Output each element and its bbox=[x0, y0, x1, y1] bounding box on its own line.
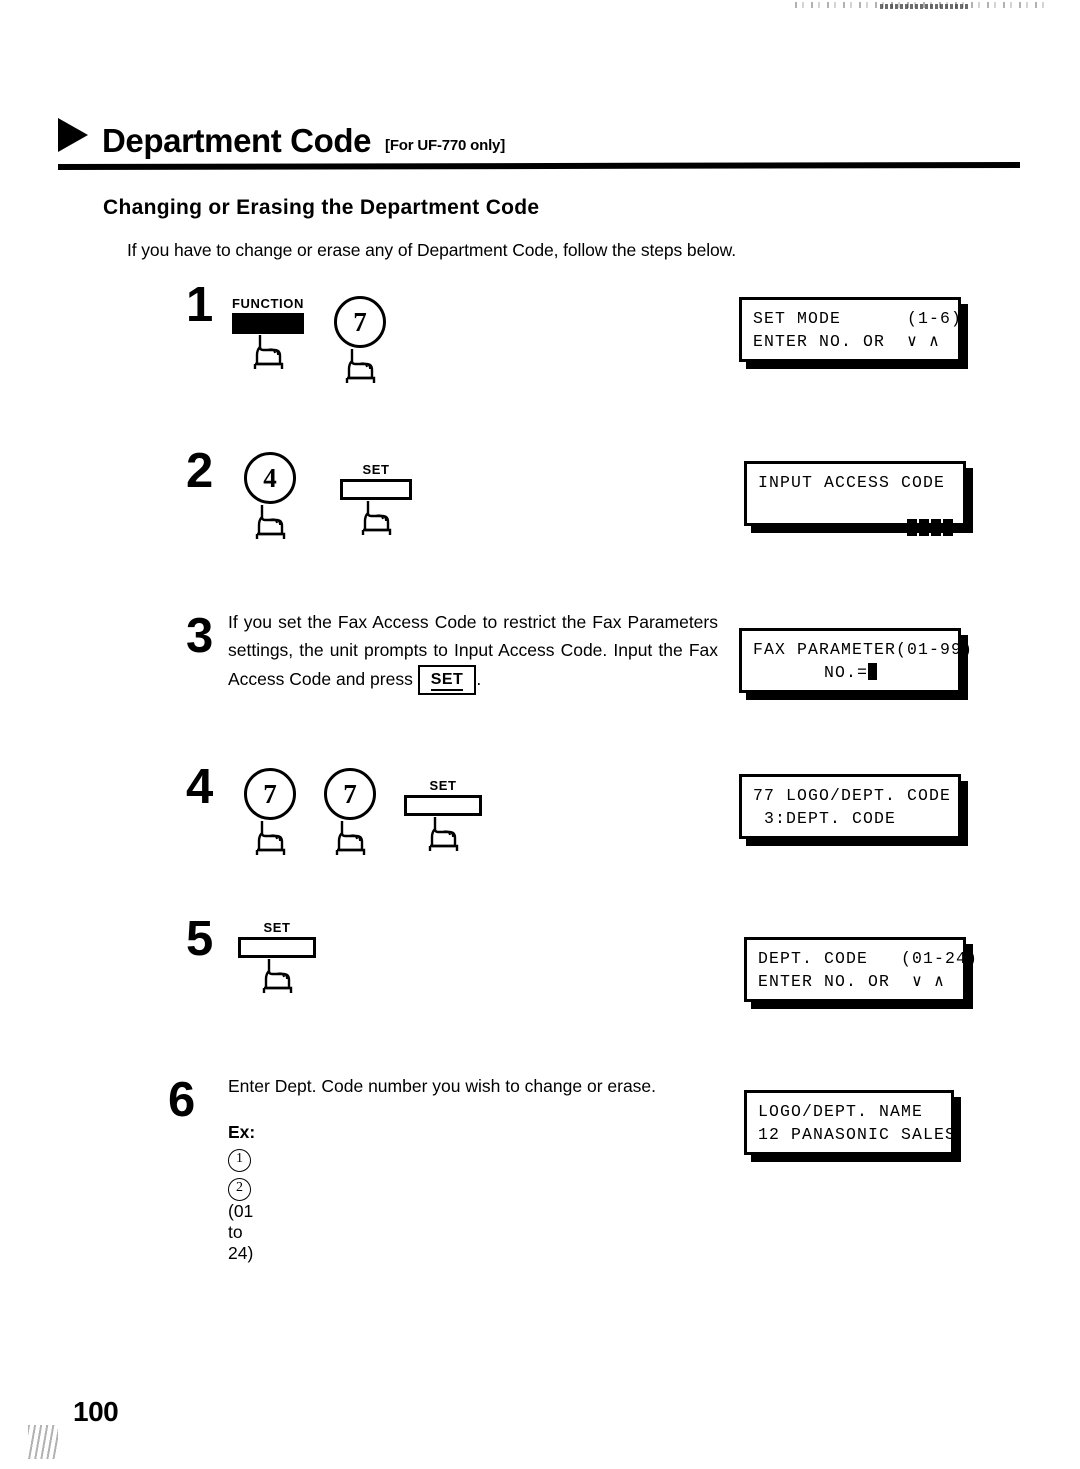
set-key[interactable]: SET bbox=[340, 462, 412, 539]
step-2-keys: 4 SET bbox=[244, 452, 412, 543]
step-6-number: 6 bbox=[168, 1073, 195, 1127]
numeric-key-4-label: 4 bbox=[244, 452, 296, 504]
page-number: 100 bbox=[73, 1396, 119, 1427]
numeric-key-4[interactable]: 4 bbox=[244, 452, 296, 543]
lcd-line-2-text: NO.= bbox=[823, 663, 868, 682]
step-4-keys: 7 7 SET bbox=[244, 768, 482, 859]
step-1-keys: FUNCTION 7 bbox=[232, 296, 386, 387]
inline-set-button[interactable]: SET bbox=[417, 664, 477, 695]
set-key-label: SET bbox=[429, 778, 457, 793]
step-3-lcd-display: FAX PARAMETER(01-99) NO.= bbox=[739, 628, 974, 693]
input-block bbox=[943, 519, 953, 537]
lcd-line-2: 12 PANASONIC SALES bbox=[758, 1125, 957, 1144]
step-5-keys: SET bbox=[238, 920, 316, 997]
lcd-line-1: DEPT. CODE (01-24) bbox=[758, 949, 979, 968]
lcd-line-1: FAX PARAMETER(01-99) bbox=[753, 640, 974, 659]
lcd-line-1: 77 LOGO/DEPT. CODE bbox=[753, 786, 952, 805]
pressing-hand-icon bbox=[253, 335, 284, 369]
pressing-hand-icon bbox=[262, 959, 293, 993]
step-3-number: 3 bbox=[186, 609, 213, 663]
set-key-label: SET bbox=[362, 462, 390, 477]
step-5-number: 5 bbox=[186, 912, 213, 966]
set-key-label: SET bbox=[263, 920, 291, 935]
function-key[interactable]: FUNCTION bbox=[232, 296, 304, 373]
step-2-number: 2 bbox=[186, 444, 213, 498]
example-digit-1: 1 bbox=[228, 1149, 251, 1172]
step-5-lcd-display: DEPT. CODE (01-24) ENTER NO. OR ∨ ∧ bbox=[744, 937, 979, 1002]
section-intro-text: If you have to change or erase any of De… bbox=[127, 240, 736, 260]
numeric-key-7-first[interactable]: 7 bbox=[244, 768, 296, 859]
step-1-number: 1 bbox=[186, 278, 213, 332]
numeric-key-7-first-label: 7 bbox=[244, 768, 296, 820]
header-divider bbox=[58, 161, 1020, 171]
pressing-hand-icon bbox=[345, 349, 376, 383]
step-6-lcd-display: LOGO/DEPT. NAME 12 PANASONIC SALES bbox=[744, 1090, 957, 1155]
set-key[interactable]: SET bbox=[404, 778, 482, 855]
set-key[interactable]: SET bbox=[238, 920, 316, 997]
scan-smudge-artifact-bottom-left bbox=[28, 1425, 58, 1459]
lcd-line-2: NO.= bbox=[753, 661, 948, 684]
pressing-hand-icon bbox=[255, 505, 286, 539]
lcd-line-1: INPUT ACCESS CODE bbox=[758, 473, 946, 492]
step-3-instruction-text: If you set the Fax Access Code to restri… bbox=[228, 608, 718, 696]
lcd-line-1: LOGO/DEPT. NAME bbox=[758, 1102, 924, 1121]
page-header: Department Code [For UF-770 only] bbox=[58, 118, 1020, 171]
lcd-line-2: ENTER NO. OR ∨ ∧ bbox=[758, 972, 946, 991]
lcd-line-2: ENTER NO. OR ∨ ∧ bbox=[753, 332, 941, 351]
numeric-key-7[interactable]: 7 bbox=[334, 296, 386, 387]
input-block bbox=[919, 519, 929, 537]
step-2-lcd-display: INPUT ACCESS CODE bbox=[744, 461, 966, 537]
function-key-label: FUNCTION bbox=[232, 296, 304, 311]
step-6-example-line: Ex: 1 2 (01 to 24) bbox=[228, 1122, 255, 1264]
lcd-line-2: 3:DEPT. CODE bbox=[753, 809, 897, 828]
pressing-hand-icon bbox=[255, 821, 286, 855]
numeric-key-7-label: 7 bbox=[334, 296, 386, 348]
lcd-line-1: SET MODE (1-6) bbox=[753, 309, 963, 328]
example-range: (01 to 24) bbox=[228, 1201, 254, 1263]
page-title-model-note: [For UF-770 only] bbox=[385, 137, 505, 154]
numeric-key-7-second[interactable]: 7 bbox=[324, 768, 376, 859]
input-block bbox=[931, 519, 941, 537]
inline-set-button-label: SET bbox=[430, 670, 464, 691]
numeric-key-7-second-label: 7 bbox=[324, 768, 376, 820]
step-4-lcd-display: 77 LOGO/DEPT. CODE 3:DEPT. CODE bbox=[739, 774, 961, 839]
step-4-number: 4 bbox=[186, 760, 213, 814]
triangle-right-icon bbox=[58, 118, 88, 152]
section-title: Changing or Erasing the Department Code bbox=[103, 196, 540, 219]
pressing-hand-icon bbox=[428, 817, 459, 851]
text-cursor-icon bbox=[868, 663, 877, 680]
pressing-hand-icon bbox=[335, 821, 366, 855]
step-3-text-part-2: . bbox=[476, 668, 482, 689]
pressing-hand-icon bbox=[361, 501, 392, 535]
step-1-lcd-display: SET MODE (1-6) ENTER NO. OR ∨ ∧ bbox=[739, 297, 961, 362]
lcd-line-2-input-blocks bbox=[758, 494, 953, 537]
step-6-instruction-text: Enter Dept. Code number you wish to chan… bbox=[228, 1076, 657, 1096]
input-block bbox=[907, 519, 917, 537]
example-digit-2: 2 bbox=[228, 1178, 251, 1201]
scan-noise-artifact-top-dense bbox=[880, 4, 970, 9]
example-label: Ex: bbox=[228, 1122, 256, 1142]
page-title: Department Code bbox=[102, 122, 372, 159]
